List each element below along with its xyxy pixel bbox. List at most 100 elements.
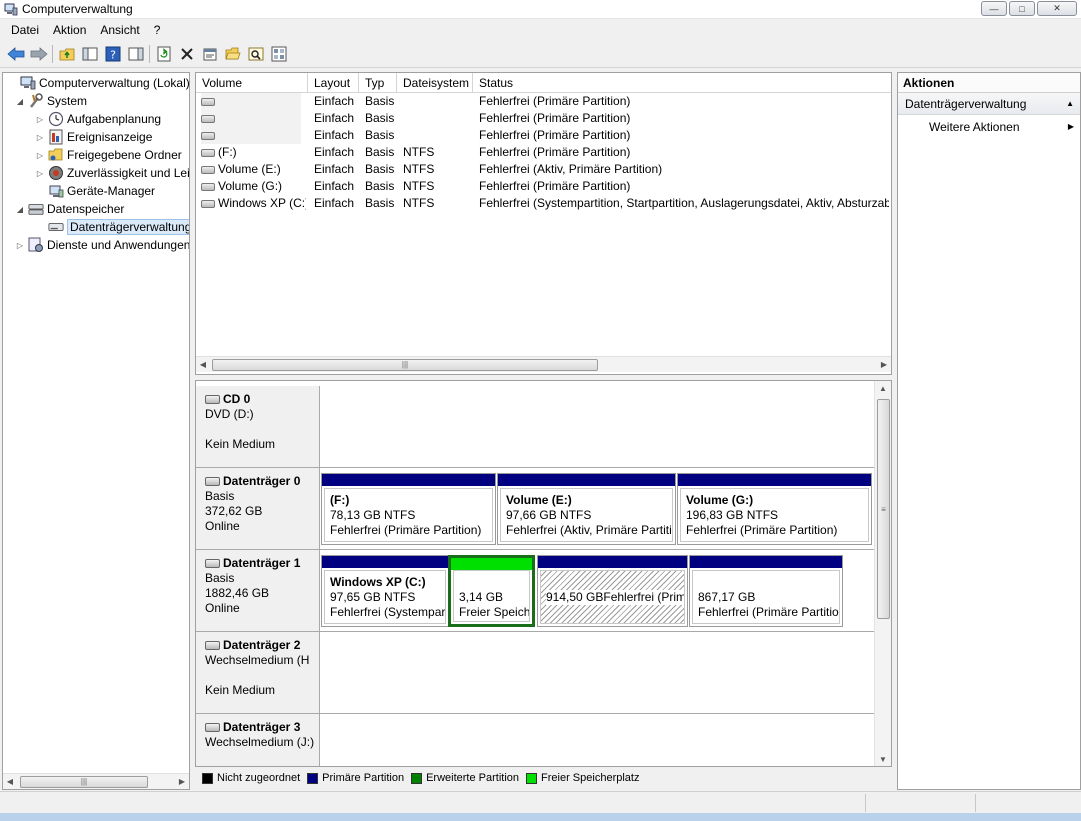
tree-item-ereignisanzeige[interactable]: ▷ Ereignisanzeige [35, 128, 152, 146]
menu-bar: Datei Aktion Ansicht ? [0, 19, 1081, 40]
actions-section-disk-management[interactable]: Datenträgerverwaltung ▲ [898, 93, 1080, 115]
scroll-thumb[interactable]: ≡ [877, 399, 890, 619]
scroll-down-arrow-icon[interactable]: ▼ [875, 755, 891, 764]
scroll-thumb[interactable]: ||| [212, 358, 598, 371]
volume-row[interactable]: Windows XP (C:) Einfach Basis NTFS Fehlerfre… [196, 195, 891, 212]
volume-status-cell: Fehlerfrei (Primäre Partition) [479, 94, 631, 108]
volume-type-cell: Basis [365, 179, 395, 193]
partition-block[interactable]: 914,50 GBFehlerfrei (Primäre Partitic [537, 555, 688, 627]
scroll-left-arrow-icon[interactable]: ◀ [196, 360, 210, 369]
search-icon[interactable] [244, 43, 267, 65]
partition-block[interactable]: Volume (G:) 196,83 GB NTFS Fehlerfrei (Pri… [677, 473, 872, 545]
volume-row[interactable]: Einfach Basis Fehlerfrei (Primäre Partitio… [196, 110, 891, 127]
volume-list-horizontal-scrollbar[interactable]: ◀ ||| ▶ [196, 356, 891, 372]
volume-filesystem-cell [403, 93, 479, 110]
partition-block[interactable]: (F:) 78,13 GB NTFS Fehlerfrei (Primäre Par… [321, 473, 496, 545]
legend-label: Nicht zugeordnet [217, 772, 301, 784]
show-hide-tree-icon[interactable] [78, 43, 101, 65]
disk-label[interactable]: Datenträger 3 Wechselmedium (J:) [196, 714, 320, 766]
refresh-icon[interactable] [152, 43, 175, 65]
tree-item-system[interactable]: ◢ System [15, 92, 87, 110]
volume-row[interactable]: Volume (G:) Einfach Basis NTFS Fehlerfrei (P… [196, 178, 891, 195]
expand-triangle-icon[interactable]: ▷ [35, 133, 45, 142]
volume-row[interactable]: Einfach Basis Fehlerfrei (Primäre Partitio… [196, 93, 891, 110]
legend-label: Erweiterte Partition [426, 772, 520, 784]
delete-icon[interactable] [175, 43, 198, 65]
actions-header: Aktionen [898, 73, 1080, 93]
back-arrow-icon[interactable] [4, 43, 27, 65]
tree-item-zuverlässigkeit-und-leis[interactable]: ▷ Zuverlässigkeit und Leis [35, 164, 189, 182]
volume-icon [201, 131, 215, 140]
volume-row[interactable]: Volume (E:) Einfach Basis NTFS Fehlerfrei (A… [196, 161, 891, 178]
tree-item-datenträgerverwaltung[interactable]: Datenträgerverwaltung [35, 218, 189, 236]
expand-triangle-icon[interactable]: ▷ [35, 169, 45, 178]
tree-item-geräte-manager[interactable]: Geräte-Manager [35, 182, 155, 200]
column-typ[interactable]: Typ [359, 73, 397, 93]
column-layout[interactable]: Layout [308, 73, 359, 93]
disk-label[interactable]: Datenträger 2 Wechselmedium (H Kein Medium [196, 632, 320, 713]
tree-horizontal-scrollbar[interactable]: ◀ ||| ▶ [3, 773, 189, 789]
volume-row[interactable]: Einfach Basis Fehlerfrei (Primäre Partitio… [196, 127, 891, 144]
column-dateisystem[interactable]: Dateisystem [397, 73, 473, 93]
volume-layout-cell: Einfach [314, 196, 355, 210]
disk-label[interactable]: Datenträger 1 Basis 1882,46 GB Online [196, 550, 320, 631]
menu-help[interactable]: ? [147, 23, 168, 37]
scroll-up-arrow-icon[interactable]: ▲ [875, 384, 891, 393]
menu-ansicht[interactable]: Ansicht [93, 23, 146, 37]
partition-block[interactable]: 867,17 GB Fehlerfrei (Primäre Partitio [689, 555, 843, 627]
disk-info-line [205, 422, 319, 437]
volume-status-cell: Fehlerfrei (Primäre Partition) [479, 111, 631, 125]
scroll-thumb[interactable]: ||| [20, 775, 148, 788]
services-icon [28, 237, 44, 253]
disk-row: Datenträger 1 Basis 1882,46 GB Online Window… [196, 550, 876, 632]
show-hide-actions-icon[interactable] [124, 43, 147, 65]
collapse-arrow-icon[interactable]: ▲ [1066, 93, 1074, 115]
menu-datei[interactable]: Datei [4, 23, 46, 37]
column-volume[interactable]: Volume [196, 73, 308, 93]
forward-arrow-icon[interactable] [27, 43, 50, 65]
column-status[interactable]: Status [473, 73, 891, 93]
collapse-triangle-icon[interactable]: ◢ [15, 97, 25, 106]
volume-name-cell: Windows XP (C:) [201, 195, 306, 212]
close-button[interactable]: ✕ [1037, 1, 1077, 16]
partition-block[interactable]: Windows XP (C:) 97,65 GB NTFS Fehlerfrei (… [321, 555, 449, 627]
volume-row[interactable]: (F:) Einfach Basis NTFS Fehlerfrei (Primäre … [196, 144, 891, 161]
disk-row: CD 0 DVD (D:) Kein Medium [196, 386, 876, 468]
disk-view-vertical-scrollbar[interactable]: ▲ ≡ ▼ [874, 381, 891, 766]
scroll-left-arrow-icon[interactable]: ◀ [3, 777, 17, 786]
properties-icon[interactable] [198, 43, 221, 65]
help-icon[interactable]: ? [101, 43, 124, 65]
up-folder-icon[interactable] [55, 43, 78, 65]
more-actions-item[interactable]: Weitere Aktionen ▶ [898, 115, 1080, 139]
collapse-triangle-icon[interactable]: ◢ [15, 205, 25, 214]
volume-status-cell: Fehlerfrei (Primäre Partition) [479, 128, 631, 142]
tree-item-aufgabenplanung[interactable]: ▷ Aufgabenplanung [35, 110, 161, 128]
settings-icon[interactable] [267, 43, 290, 65]
tree-item-label: Datenspeicher [47, 202, 125, 216]
tree-item-computerverwaltung-lokal[interactable]: Computerverwaltung (Lokal) [7, 74, 189, 92]
disk-name-text: Datenträger 3 [223, 720, 301, 734]
volume-layout-cell: Einfach [314, 94, 355, 108]
partition-name: (F:) [330, 493, 350, 507]
expand-triangle-icon[interactable]: ▷ [35, 151, 45, 160]
maximize-button[interactable]: □ [1009, 1, 1035, 16]
partition-color-bar [690, 556, 842, 568]
expand-triangle-icon[interactable]: ▷ [35, 115, 45, 124]
tree-item-datenspeicher[interactable]: ◢ Datenspeicher [15, 200, 124, 218]
disk-label[interactable]: Datenträger 0 Basis 372,62 GB Online [196, 468, 320, 549]
scroll-right-arrow-icon[interactable]: ▶ [877, 360, 891, 369]
disk-label[interactable]: CD 0 DVD (D:) Kein Medium [196, 386, 320, 467]
tree-item-freigegebene-ordner[interactable]: ▷ Freigegebene Ordner [35, 146, 182, 164]
partition-block[interactable]: Volume (E:) 97,66 GB NTFS Fehlerfrei (Akti… [497, 473, 676, 545]
minimize-button[interactable]: — [981, 1, 1007, 16]
disk-name-text: CD 0 [223, 392, 251, 406]
menu-aktion[interactable]: Aktion [46, 23, 93, 37]
disk-name: Datenträger 2 [205, 638, 319, 653]
open-icon[interactable] [221, 43, 244, 65]
expand-triangle-icon[interactable]: ▷ [15, 241, 25, 250]
partition-info: 3,14 GB Freier Speich [453, 570, 530, 622]
scroll-right-arrow-icon[interactable]: ▶ [175, 777, 189, 786]
free-space-partition[interactable]: 3,14 GB Freier Speich [448, 555, 535, 627]
tree-item-dienste-und-anwendungen[interactable]: ▷ Dienste und Anwendungen [15, 236, 189, 254]
legend-primary: Primäre Partition [307, 772, 404, 784]
